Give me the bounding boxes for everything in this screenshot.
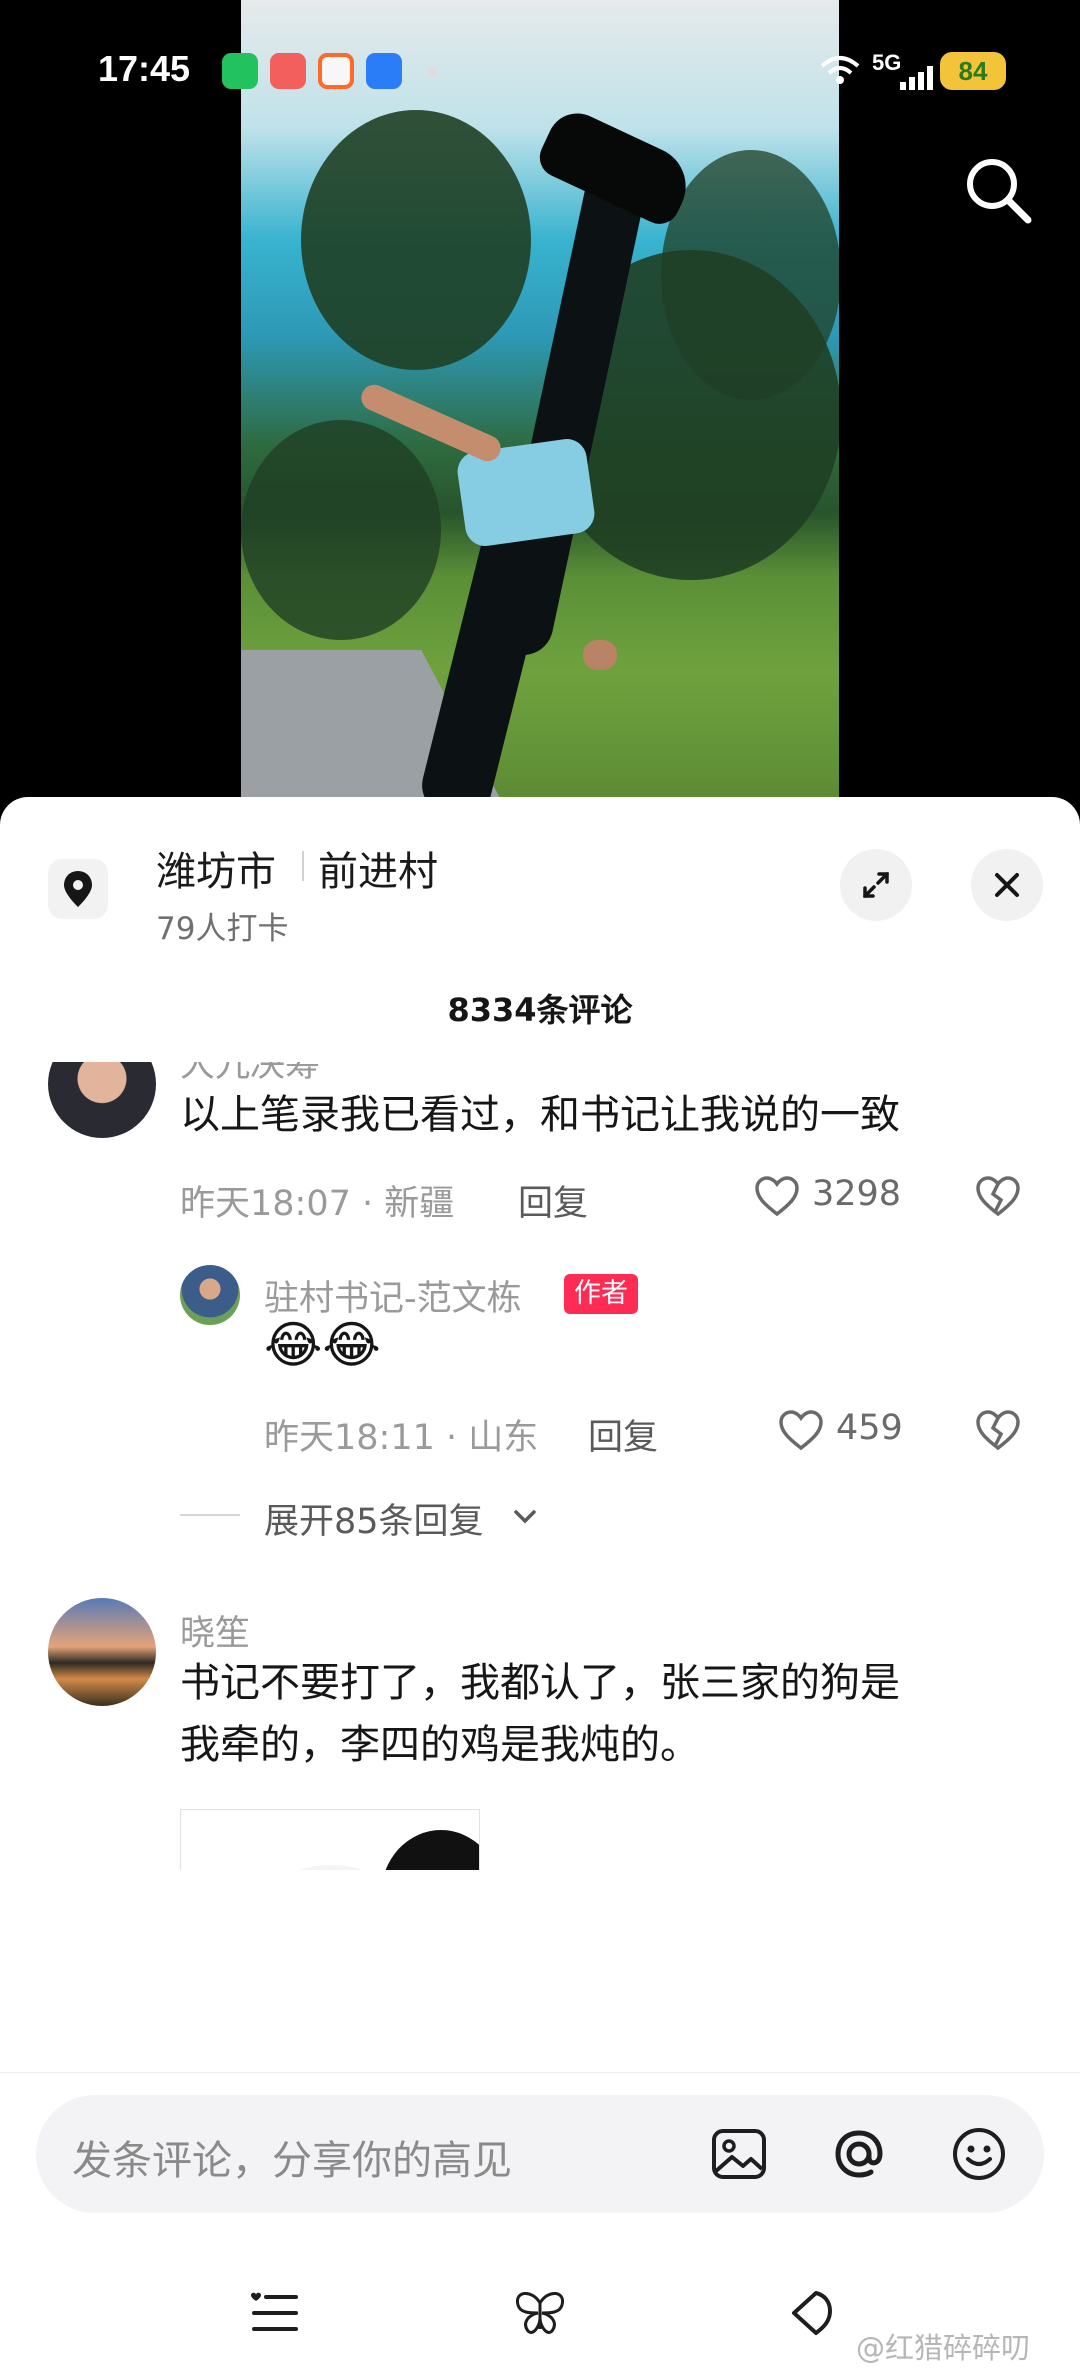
network-type: 5G (872, 50, 902, 75)
comment-text: 书记不要打了，我都认了，张三家的狗是 (180, 1660, 900, 1706)
comment-input-area: 发条评论，分享你的高见 (0, 2072, 1080, 2213)
wifi-icon (820, 56, 860, 84)
reply-text: 😂😂 (264, 1316, 381, 1374)
comment-meta: 昨天18:07 · 新疆 (180, 1184, 455, 1224)
chevron-down-icon (514, 1510, 536, 1524)
expand-icon (863, 872, 889, 898)
more-notifications-icon (428, 67, 438, 77)
comment-text: 以上笔录我已看过，和书记让我说的一致 (180, 1092, 900, 1138)
avatar[interactable] (48, 1598, 156, 1706)
comment-input-placeholder: 发条评论，分享你的高见 (72, 2138, 512, 2184)
list-icon[interactable] (246, 2283, 306, 2343)
comment-input[interactable]: 发条评论，分享你的高见 (36, 2095, 1044, 2213)
comment-count-title: 8334条评论 (447, 991, 633, 1029)
like-button[interactable]: 459 (776, 1406, 916, 1456)
expand-replies-button[interactable]: 展开85条回复 (264, 1490, 564, 1542)
weibo-icon (270, 53, 306, 89)
battery-indicator: 84 (940, 52, 1006, 90)
avatar[interactable] (180, 1265, 240, 1325)
location-pin-icon (48, 859, 108, 919)
comment-username[interactable]: 晓笙 (180, 1605, 250, 1656)
status-bar: 17:45 5G 84 (0, 0, 1080, 120)
location-city[interactable]: 潍坊市 (156, 839, 276, 897)
emoji-icon[interactable] (946, 2121, 1012, 2187)
dislike-icon[interactable] (973, 1172, 1023, 1222)
video-player[interactable]: 17:45 5G 84 (0, 0, 1080, 800)
checkin-count: 79人打卡 (156, 911, 289, 947)
status-time: 17:45 (98, 48, 191, 89)
comment-text: 我牵的，李四的鸡是我炖的。 (180, 1722, 700, 1768)
watermark: @红猎碎碎叨 (856, 2331, 1031, 2365)
location-header[interactable]: 潍坊市 前进村 79人打卡 (0, 797, 1080, 947)
comment-list[interactable]: 大九决筹 以上笔录我已看过，和书记让我说的一致 昨天18:07 · 新疆 回复 … (0, 1062, 1080, 1870)
reply-meta: 昨天18:11 · 山东 (264, 1418, 539, 1458)
location-village[interactable]: 前进村 (318, 839, 438, 897)
close-button[interactable] (971, 849, 1043, 921)
location-divider (302, 851, 304, 881)
author-badge: 作者 (564, 1274, 638, 1314)
image-icon[interactable] (706, 2121, 772, 2187)
bottom-nav: @红猎碎碎叨 (0, 2237, 1080, 2373)
comment-sheet: 潍坊市 前进村 79人打卡 8334条评论 大九决筹 以上笔录我已看过，和书记让… (0, 797, 1080, 2373)
butterfly-icon[interactable] (510, 2283, 570, 2343)
heart-outline-icon[interactable] (780, 2283, 840, 2343)
close-icon (995, 873, 1019, 897)
heart-icon (755, 1176, 799, 1217)
heart-icon (779, 1410, 823, 1451)
reply-button[interactable]: 回复 (588, 1409, 658, 1460)
avatar[interactable] (48, 1062, 156, 1138)
panda-meme-sticker[interactable] (180, 1809, 480, 1870)
wechat-icon (222, 53, 258, 89)
like-count: 3298 (812, 1174, 902, 1214)
reply-button[interactable]: 回复 (518, 1175, 588, 1226)
dislike-icon[interactable] (973, 1406, 1023, 1456)
expand-button[interactable] (840, 849, 912, 921)
like-button[interactable]: 3298 (752, 1172, 912, 1222)
expand-replies-label: 展开85条回复 (264, 1502, 484, 1542)
feishu-icon (366, 53, 402, 89)
expand-divider (180, 1514, 240, 1516)
mention-icon[interactable] (826, 2121, 892, 2187)
video-frame[interactable] (241, 0, 839, 800)
like-count: 459 (836, 1408, 903, 1448)
signal-icon (900, 66, 933, 90)
search-icon[interactable] (958, 150, 1038, 230)
taobao-icon (318, 53, 354, 89)
